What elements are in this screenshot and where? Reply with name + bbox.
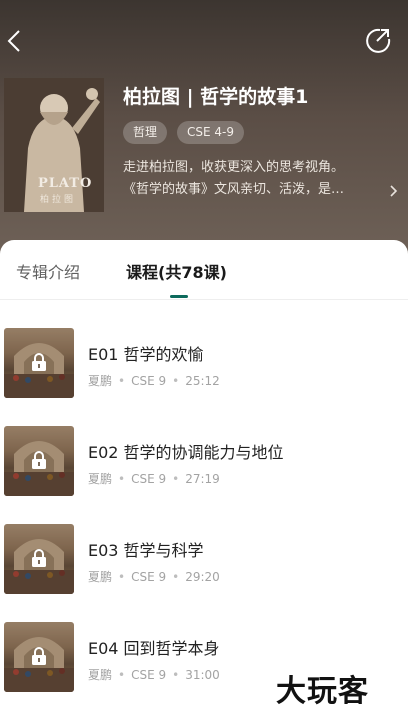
- lesson-item[interactable]: E02 哲学的协调能力与地位 夏鹏 • CSE 9 • 27:19: [0, 426, 408, 498]
- meta-separator: •: [172, 668, 180, 682]
- lesson-level: CSE 9: [131, 472, 167, 486]
- lesson-item[interactable]: E01 哲学的欢愉 夏鹏 • CSE 9 • 25:12: [0, 328, 408, 400]
- lesson-title: E04 回到哲学本身: [88, 639, 220, 658]
- lesson-thumbnail: [4, 622, 74, 692]
- lesson-thumbnail: [4, 426, 74, 496]
- tag-category[interactable]: 哲理: [123, 121, 168, 144]
- lesson-author: 夏鹏: [88, 374, 113, 388]
- lock-icon: [32, 549, 46, 567]
- album-description-line2[interactable]: 《哲学的故事》文风亲切、活泼，是…: [123, 178, 377, 197]
- lesson-title: E01 哲学的欢愉: [88, 345, 204, 364]
- album-cover[interactable]: PLATO 柏拉图: [4, 78, 104, 212]
- lesson-title: E03 哲学与科学: [88, 541, 204, 560]
- lesson-duration: 25:12: [185, 374, 220, 388]
- cover-subtitle: 柏拉图: [40, 195, 77, 205]
- album-title: 柏拉图 | 哲学的故事1: [123, 86, 309, 108]
- tab-active-indicator: [170, 295, 188, 298]
- lesson-duration: 27:19: [185, 472, 220, 486]
- lock-icon: [32, 647, 46, 665]
- tab-courses[interactable]: 课程(共78课): [126, 259, 227, 283]
- lesson-level: CSE 9: [131, 374, 167, 388]
- back-icon[interactable]: [4, 28, 26, 54]
- meta-separator: •: [118, 570, 126, 584]
- album-description-line1: 走进柏拉图，收获更深入的思考视角。: [123, 160, 345, 175]
- lesson-thumbnail: [4, 328, 74, 398]
- lesson-author: 夏鹏: [88, 570, 113, 584]
- tab-intro[interactable]: 专辑介绍: [16, 259, 80, 283]
- meta-separator: •: [118, 668, 126, 682]
- album-header: PLATO 柏拉图 柏拉图 | 哲学的故事1 哲理 CSE 4-9 走进柏拉图，…: [0, 0, 408, 262]
- lesson-title: E02 哲学的协调能力与地位: [88, 443, 284, 462]
- lesson-level: CSE 9: [131, 668, 167, 682]
- lesson-thumbnail: [4, 524, 74, 594]
- meta-separator: •: [172, 570, 180, 584]
- lesson-meta: 夏鹏 • CSE 9 • 29:20: [88, 568, 220, 585]
- lesson-author: 夏鹏: [88, 472, 113, 486]
- lesson-meta: 夏鹏 • CSE 9 • 27:19: [88, 470, 220, 487]
- watermark-text: 大玩客: [276, 674, 369, 709]
- lesson-author: 夏鹏: [88, 668, 113, 682]
- lesson-duration: 29:20: [185, 570, 220, 584]
- chevron-right-icon[interactable]: [388, 184, 398, 198]
- meta-separator: •: [172, 374, 180, 388]
- lesson-item[interactable]: E03 哲学与科学 夏鹏 • CSE 9 • 29:20: [0, 524, 408, 596]
- lesson-duration: 31:00: [185, 668, 220, 682]
- share-icon[interactable]: [364, 26, 392, 54]
- lesson-level: CSE 9: [131, 570, 167, 584]
- tag-level[interactable]: CSE 4-9: [177, 121, 244, 144]
- lock-icon: [32, 353, 46, 371]
- cover-title: PLATO: [38, 176, 93, 191]
- meta-separator: •: [118, 472, 126, 486]
- meta-separator: •: [118, 374, 126, 388]
- lesson-meta: 夏鹏 • CSE 9 • 25:12: [88, 372, 220, 389]
- lesson-meta: 夏鹏 • CSE 9 • 31:00: [88, 666, 220, 683]
- lock-icon: [32, 451, 46, 469]
- tab-divider: [0, 299, 408, 300]
- meta-separator: •: [172, 472, 180, 486]
